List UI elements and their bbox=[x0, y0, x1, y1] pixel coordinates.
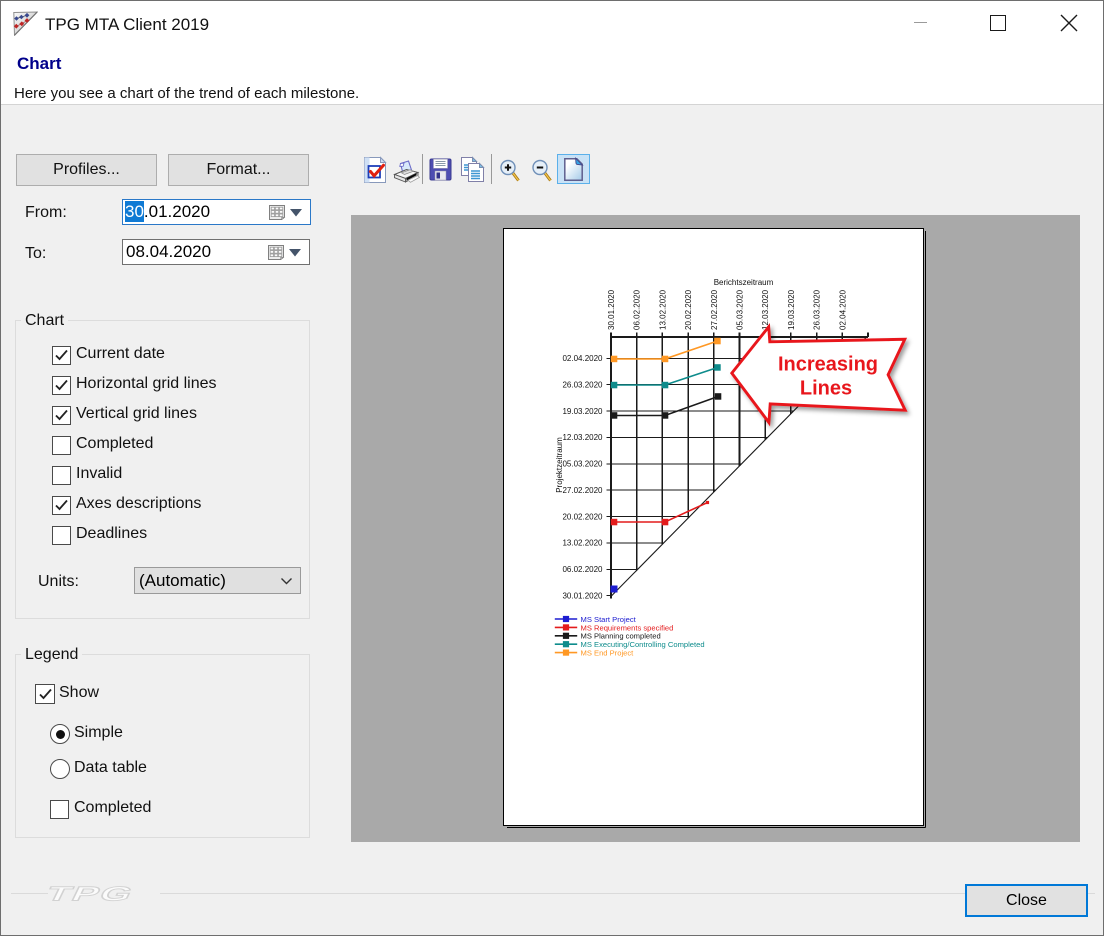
svg-text:13.02.2020: 13.02.2020 bbox=[658, 289, 667, 330]
svg-text:TPG: TPG bbox=[42, 883, 139, 904]
svg-text:26.03.2020: 26.03.2020 bbox=[813, 289, 822, 330]
svg-text:Berichtszeitraum: Berichtszeitraum bbox=[714, 278, 774, 287]
svg-text:Lines: Lines bbox=[800, 378, 852, 400]
svg-text:19.03.2020: 19.03.2020 bbox=[562, 407, 603, 416]
svg-text:05.03.2020: 05.03.2020 bbox=[736, 289, 745, 330]
svg-text:06.02.2020: 06.02.2020 bbox=[633, 289, 642, 330]
svg-text:20.02.2020: 20.02.2020 bbox=[562, 512, 603, 521]
svg-text:12.03.2020: 12.03.2020 bbox=[562, 433, 603, 442]
svg-text:19.03.2020: 19.03.2020 bbox=[787, 289, 796, 330]
svg-text:30.01.2020: 30.01.2020 bbox=[562, 591, 603, 600]
svg-text:27.02.2020: 27.02.2020 bbox=[562, 486, 603, 495]
svg-text:MS End Project: MS End Project bbox=[581, 649, 635, 658]
svg-text:30.01.2020: 30.01.2020 bbox=[607, 289, 616, 330]
svg-text:27.02.2020: 27.02.2020 bbox=[710, 289, 719, 330]
svg-text:Projektzeitraum: Projektzeitraum bbox=[555, 437, 564, 493]
svg-text:12.03.2020: 12.03.2020 bbox=[761, 289, 770, 330]
svg-text:05.03.2020: 05.03.2020 bbox=[562, 460, 603, 469]
svg-text:13.02.2020: 13.02.2020 bbox=[562, 539, 603, 548]
svg-text:02.04.2020: 02.04.2020 bbox=[562, 354, 603, 363]
svg-text:20.02.2020: 20.02.2020 bbox=[684, 289, 693, 330]
svg-text:26.03.2020: 26.03.2020 bbox=[562, 381, 603, 390]
svg-text:02.04.2020: 02.04.2020 bbox=[838, 289, 847, 330]
svg-text:06.02.2020: 06.02.2020 bbox=[562, 565, 603, 574]
svg-text:Increasing: Increasing bbox=[778, 354, 878, 376]
